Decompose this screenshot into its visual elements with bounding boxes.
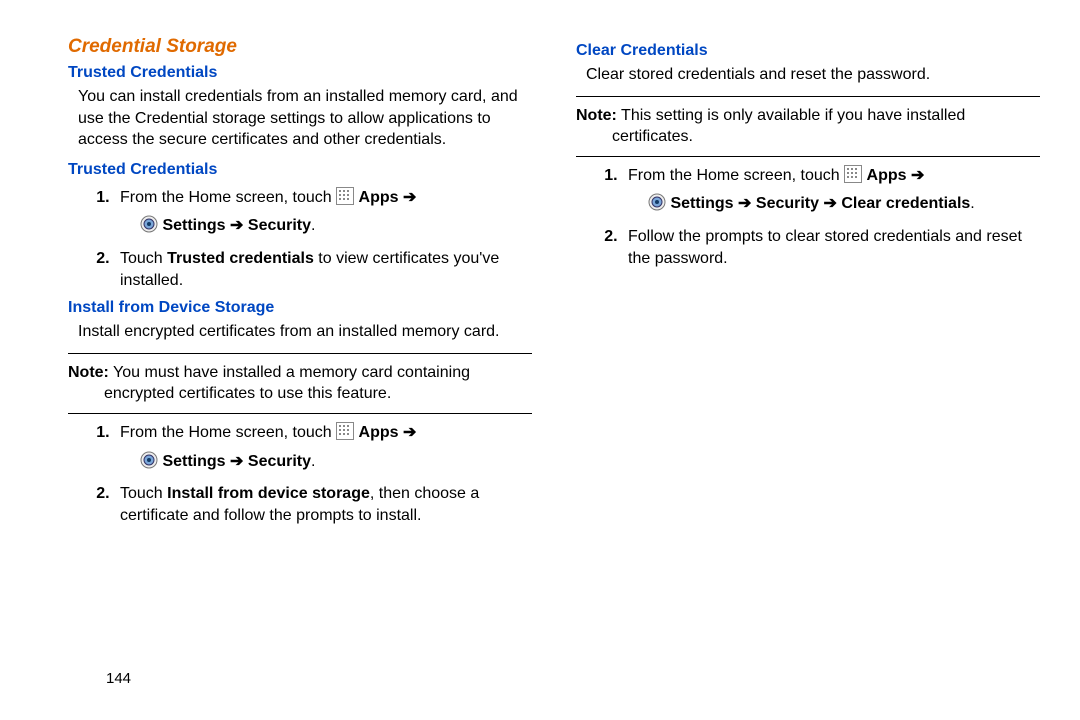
note-label: Note: xyxy=(576,107,617,124)
note: Note: This setting is only available if … xyxy=(576,105,1040,148)
arrow: ➔ xyxy=(911,167,924,184)
arrow: ➔ xyxy=(403,424,416,441)
step-sub: Settings ➔ Security. xyxy=(140,215,532,240)
arrow: ➔ xyxy=(738,195,751,212)
apps-label: Apps xyxy=(867,167,907,184)
apps-label: Apps xyxy=(359,424,399,441)
left-column: Credential Storage Trusted Credentials Y… xyxy=(68,36,532,534)
apps-grid-icon xyxy=(336,422,354,447)
divider xyxy=(68,413,532,414)
arrow: ➔ xyxy=(230,217,243,234)
subhead-trusted-2: Trusted Credentials xyxy=(68,161,532,179)
divider xyxy=(68,353,532,354)
subhead-trusted-1: Trusted Credentials xyxy=(68,64,532,82)
note: Note: You must have installed a memory c… xyxy=(68,362,532,405)
step-text: From the Home screen, touch xyxy=(120,189,336,206)
note-text: This setting is only available if you ha… xyxy=(617,107,965,124)
apps-label: Apps xyxy=(359,189,399,206)
step-sub: Settings ➔ Security. xyxy=(140,451,532,476)
step-item: Touch Trusted credentials to view certif… xyxy=(114,248,532,291)
note-text: You must have installed a memory card co… xyxy=(109,364,470,381)
arrow: ➔ xyxy=(403,189,416,206)
note-label: Note: xyxy=(68,364,109,381)
manual-page: Credential Storage Trusted Credentials Y… xyxy=(0,0,1080,534)
security-label: Security xyxy=(248,453,311,470)
paragraph: Install encrypted certificates from an i… xyxy=(78,321,532,343)
settings-label: Settings xyxy=(162,217,225,234)
divider xyxy=(576,96,1040,97)
arrow: ➔ xyxy=(823,195,836,212)
step-item: From the Home screen, touch Apps ➔ xyxy=(114,187,532,240)
settings-gear-icon xyxy=(140,215,158,240)
security-label: Security xyxy=(248,217,311,234)
step-text: From the Home screen, touch xyxy=(628,167,844,184)
settings-label: Settings xyxy=(162,453,225,470)
step-text: Follow the prompts to clear stored crede… xyxy=(628,228,1022,267)
security-label: Security xyxy=(756,195,819,212)
note-text-cont: certificates. xyxy=(612,126,1040,148)
apps-grid-icon xyxy=(336,187,354,212)
bold-term: Trusted credentials xyxy=(167,250,314,267)
steps-list-1: From the Home screen, touch Apps ➔ xyxy=(68,187,532,291)
step-sub: Settings ➔ Security ➔ Clear credentials. xyxy=(648,193,1040,218)
bold-term: Install from device storage xyxy=(167,485,370,502)
apps-grid-icon xyxy=(844,165,862,190)
steps-list-3: From the Home screen, touch Apps ➔ xyxy=(576,165,1040,269)
paragraph: Clear stored credentials and reset the p… xyxy=(586,64,1040,86)
step-item: Follow the prompts to clear stored crede… xyxy=(622,226,1040,269)
clear-credentials-label: Clear credentials xyxy=(841,195,970,212)
step-item: Touch Install from device storage, then … xyxy=(114,483,532,526)
subhead-clear: Clear Credentials xyxy=(576,42,1040,60)
divider xyxy=(576,156,1040,157)
step-text: Touch xyxy=(120,250,167,267)
step-text: Touch xyxy=(120,485,167,502)
step-item: From the Home screen, touch Apps ➔ xyxy=(114,422,532,475)
steps-list-2: From the Home screen, touch Apps ➔ xyxy=(68,422,532,526)
step-text: From the Home screen, touch xyxy=(120,424,336,441)
paragraph: You can install credentials from an inst… xyxy=(78,86,532,151)
page-number: 144 xyxy=(106,670,131,687)
settings-label: Settings xyxy=(670,195,733,212)
arrow: ➔ xyxy=(230,453,243,470)
section-title: Credential Storage xyxy=(68,36,532,58)
settings-gear-icon xyxy=(648,193,666,218)
right-column: Clear Credentials Clear stored credentia… xyxy=(576,36,1040,534)
note-text-cont: encrypted certificates to use this featu… xyxy=(104,383,532,405)
settings-gear-icon xyxy=(140,451,158,476)
step-item: From the Home screen, touch Apps ➔ xyxy=(622,165,1040,218)
subhead-install: Install from Device Storage xyxy=(68,299,532,317)
